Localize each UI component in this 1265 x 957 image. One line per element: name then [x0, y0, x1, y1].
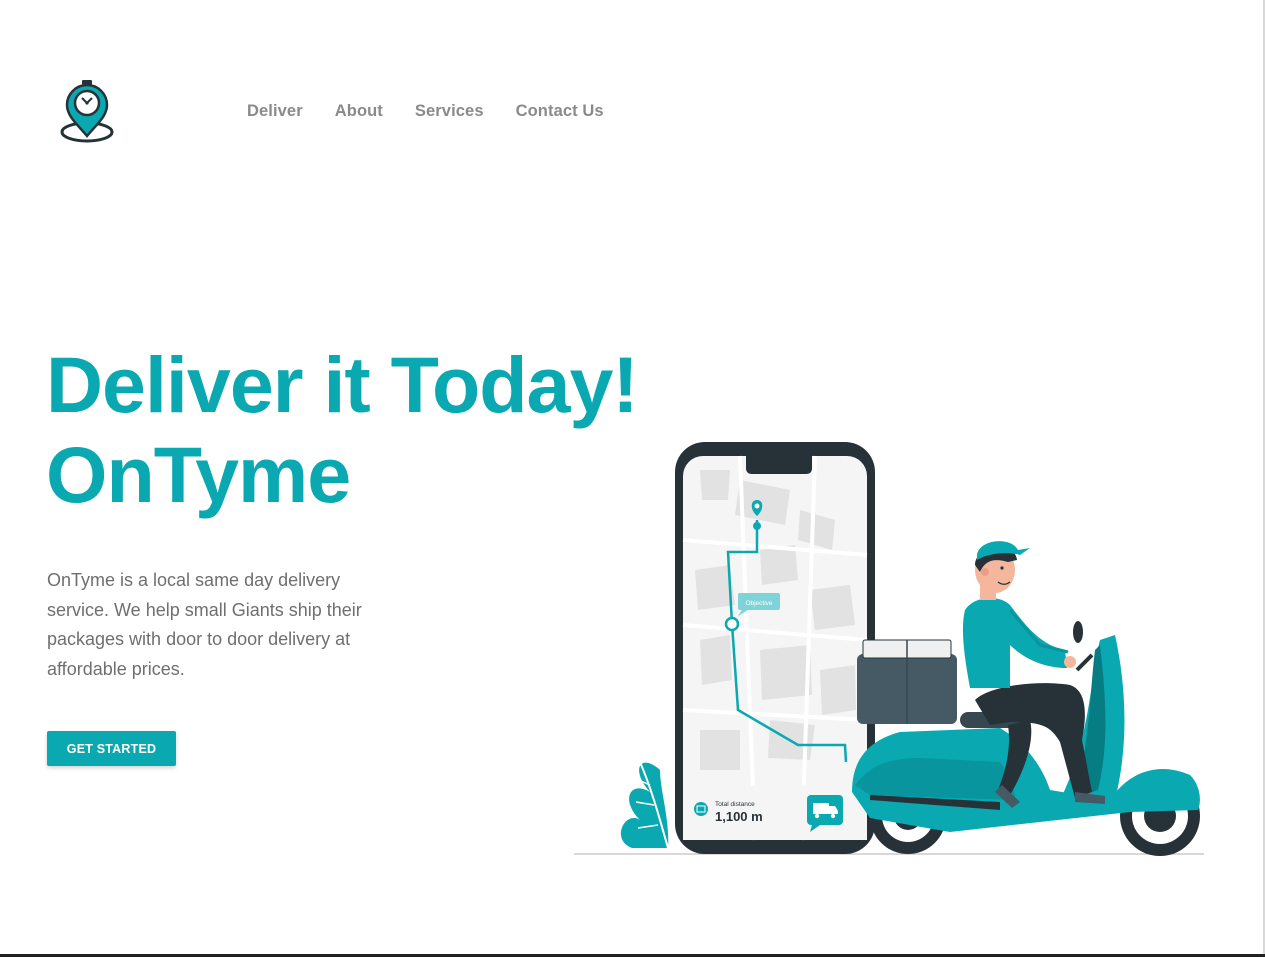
nav-link-deliver[interactable]: Deliver — [247, 102, 303, 121]
nav-link-services[interactable]: Services — [415, 102, 484, 121]
distance-label: Total distance — [715, 801, 755, 808]
get-started-button[interactable]: GET STARTED — [47, 731, 176, 766]
map-objective-label: Objective — [745, 600, 772, 607]
distance-value: 1,100 m — [715, 809, 763, 824]
leaf-plant-icon — [620, 761, 669, 849]
hero-title-line-2: OnTyme — [46, 430, 351, 519]
hero-description: OnTyme is a local same day delivery serv… — [47, 570, 362, 679]
smartphone-map-icon: Objective Total distance 1,100 m — [675, 442, 875, 854]
nav-link-contact-us[interactable]: Contact Us — [516, 102, 604, 121]
main-nav: Deliver About Services Contact Us — [247, 102, 604, 121]
landing-page: Deliver About Services Contact Us Delive… — [0, 0, 1265, 957]
hero-title-line-1: Deliver it Today! — [46, 340, 639, 429]
hero-title: Deliver it Today! OnTyme — [46, 340, 639, 520]
distance-icon — [694, 802, 708, 816]
nav-link-about[interactable]: About — [335, 102, 383, 121]
delivery-scooter-illustration: Objective Total distance 1,100 m — [574, 442, 1204, 856]
stopwatch-location-logo-icon[interactable] — [58, 78, 116, 146]
